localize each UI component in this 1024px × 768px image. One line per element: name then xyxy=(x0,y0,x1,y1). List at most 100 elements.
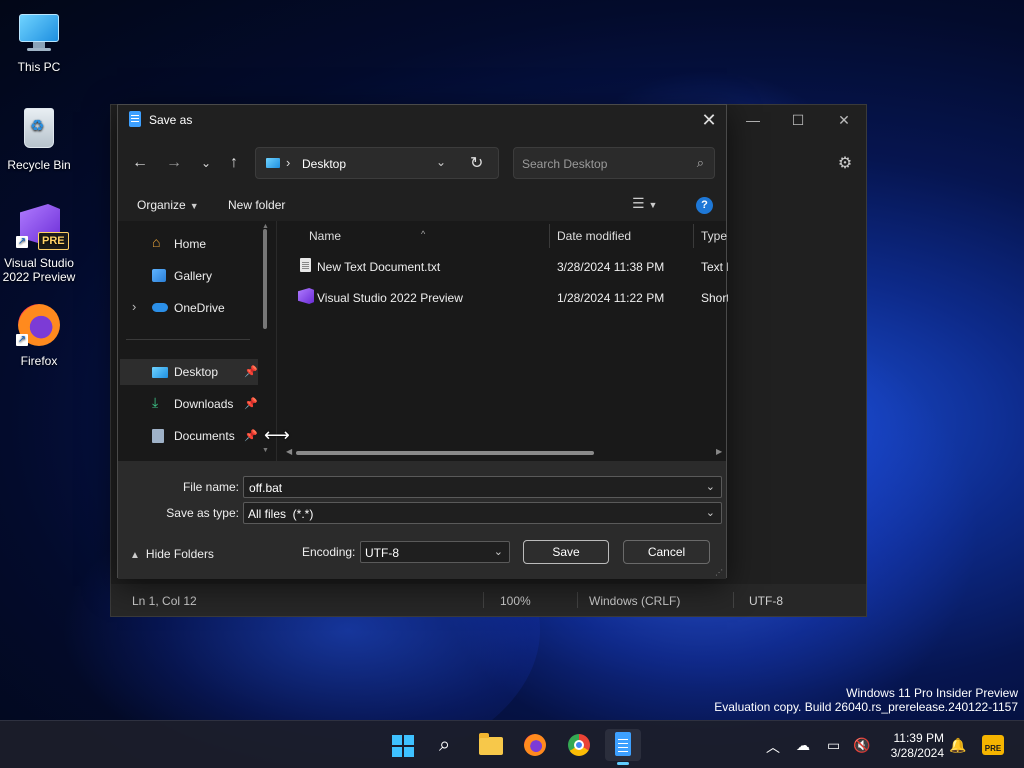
horizontal-scrollbar[interactable]: ◀ ▶ xyxy=(286,447,722,457)
dialog-title-bar[interactable]: Save as ✕ xyxy=(118,105,726,135)
nav-item-label: Documents xyxy=(174,429,235,443)
caret-down-icon: ▼ xyxy=(648,200,658,210)
shortcut-arrow-icon: ↗ xyxy=(16,334,28,346)
chrome-icon xyxy=(568,734,590,756)
documents-icon xyxy=(152,429,164,443)
desktop-icon-recycle-bin[interactable]: ♻ Recycle Bin xyxy=(1,106,77,172)
maximize-button[interactable]: ☐ xyxy=(775,105,821,135)
address-dropdown-icon[interactable]: ⌄ xyxy=(436,155,446,169)
pin-icon[interactable]: 📌 xyxy=(244,397,258,410)
navigation-pane: ⌂ Home Gallery › OneDrive Desktop 📌 ⤓ Do… xyxy=(118,221,276,461)
zoom-level[interactable]: 100% xyxy=(500,594,531,608)
insider-pre-icon[interactable]: PRE xyxy=(982,735,1004,755)
this-pc-icon xyxy=(16,8,62,54)
display-icon[interactable]: ▭ xyxy=(827,737,840,754)
encoding-select[interactable]: UTF-8 ⌄ xyxy=(360,541,510,563)
file-name-combobox[interactable]: ⌄ xyxy=(243,476,722,498)
file-row[interactable]: Visual Studio 2022 Preview 1/28/2024 11:… xyxy=(278,283,728,311)
scroll-left-arrow-icon[interactable]: ◀ xyxy=(286,447,292,456)
search-box[interactable]: ⌕ xyxy=(513,147,715,179)
back-arrow-icon[interactable]: ← xyxy=(128,151,152,175)
file-row[interactable]: New Text Document.txt 3/28/2024 11:38 PM… xyxy=(278,252,728,280)
firefox-icon: ↗ xyxy=(16,302,62,348)
navigation-row: ← → ⌄ ↑ › Desktop ⌄ ↻ ⌕ xyxy=(118,145,726,181)
hide-folders-button[interactable]: ▲ Hide Folders xyxy=(130,547,214,561)
desktop-icon-this-pc[interactable]: This PC xyxy=(1,8,77,74)
scroll-right-arrow-icon[interactable]: ▶ xyxy=(716,447,722,456)
encoding-label: Encoding: xyxy=(302,545,356,559)
close-button[interactable]: ✕ xyxy=(821,105,867,135)
visual-studio-icon xyxy=(298,288,314,304)
minimize-button[interactable]: — xyxy=(730,105,776,135)
nav-scrollbar[interactable] xyxy=(263,229,267,329)
save-as-type-label: Save as type: xyxy=(166,506,239,520)
show-hidden-icons-chevron-icon[interactable]: ︿ xyxy=(766,737,780,757)
breadcrumb-location[interactable]: Desktop xyxy=(302,157,346,171)
taskbar-search-button[interactable]: ⌕ xyxy=(429,729,465,761)
gear-icon[interactable]: ⚙ xyxy=(833,153,857,177)
desktop-icon xyxy=(152,367,168,378)
view-options-button[interactable]: ☰ ▼ xyxy=(632,195,672,217)
address-bar[interactable]: › Desktop ⌄ ↻ xyxy=(255,147,499,179)
desktop-icon-firefox[interactable]: ↗ Firefox xyxy=(1,302,77,368)
search-input[interactable] xyxy=(522,155,682,173)
save-button[interactable]: Save xyxy=(523,540,609,564)
nav-item-desktop[interactable]: Desktop 📌 xyxy=(120,359,258,385)
chevron-down-icon[interactable]: ⌄ xyxy=(706,506,715,519)
notepad-taskbar-button[interactable] xyxy=(605,729,641,765)
chevron-down-icon[interactable]: ⌄ xyxy=(494,545,503,558)
scroll-thumb[interactable] xyxy=(296,451,594,455)
dialog-close-button[interactable]: ✕ xyxy=(692,105,726,135)
file-date: 1/28/2024 11:22 PM xyxy=(557,291,665,305)
visual-studio-icon: PRE ↗ xyxy=(16,204,69,250)
scroll-down-arrow-icon[interactable]: ▼ xyxy=(262,447,269,454)
pin-icon[interactable]: 📌 xyxy=(244,429,258,442)
help-icon[interactable]: ? xyxy=(696,197,713,214)
chevron-down-icon[interactable]: ⌄ xyxy=(706,480,715,493)
recent-locations-chevron-icon[interactable]: ⌄ xyxy=(194,151,218,175)
nav-item-label: Home xyxy=(174,237,207,251)
nav-item-gallery[interactable]: Gallery xyxy=(120,263,258,289)
chrome-button[interactable] xyxy=(561,729,597,761)
column-header-type[interactable]: Type xyxy=(694,221,728,251)
save-as-type-select[interactable]: All files (*.*) ⌄ xyxy=(243,502,722,524)
file-name-label: File name: xyxy=(182,480,239,494)
firefox-button[interactable] xyxy=(517,729,553,761)
up-arrow-icon[interactable]: ↑ xyxy=(222,151,246,175)
chevron-up-icon: ▲ xyxy=(130,550,140,561)
refresh-icon[interactable]: ↻ xyxy=(470,153,483,173)
clock[interactable]: 11:39 PM 3/28/2024 xyxy=(880,731,944,761)
nav-item-home[interactable]: ⌂ Home xyxy=(120,231,258,257)
cursor-position: Ln 1, Col 12 xyxy=(132,594,197,608)
nav-item-downloads[interactable]: ⤓ Downloads 📌 xyxy=(120,391,258,417)
volume-muted-icon[interactable]: 🔇 xyxy=(853,737,870,754)
organize-menu[interactable]: Organize ▼ xyxy=(137,198,199,212)
text-file-icon xyxy=(300,258,311,272)
file-name: Visual Studio 2022 Preview xyxy=(317,291,463,305)
column-header-name[interactable]: ^ Name xyxy=(278,221,548,251)
status-encoding[interactable]: UTF-8 xyxy=(749,594,783,608)
resize-grip-icon[interactable]: ⋰ xyxy=(715,568,723,577)
file-name-input[interactable] xyxy=(249,480,689,495)
taskbar: ⌕ ︿ ☁ ▭ 🔇 11:39 PM 3/28/2024 🔔 PRE xyxy=(0,720,1024,768)
start-button[interactable] xyxy=(384,729,420,761)
pin-icon[interactable]: 📌 xyxy=(244,365,258,378)
recycle-bin-icon: ♻ xyxy=(16,106,62,152)
new-folder-button[interactable]: New folder xyxy=(228,198,285,212)
save-as-dialog[interactable]: Save as ✕ ← → ⌄ ↑ › Desktop ⌄ ↻ ⌕ Organi… xyxy=(117,104,728,579)
line-ending[interactable]: Windows (CRLF) xyxy=(589,594,680,608)
dialog-title: Save as xyxy=(149,113,193,127)
forward-arrow-icon[interactable]: → xyxy=(162,151,186,175)
desktop-icon-label: Recycle Bin xyxy=(7,158,71,172)
nav-item-documents[interactable]: Documents 📌 xyxy=(120,423,258,449)
file-explorer-button[interactable] xyxy=(473,729,509,761)
cancel-button[interactable]: Cancel xyxy=(623,540,710,564)
desktop-icon-visual-studio[interactable]: PRE ↗ Visual Studio 2022 Preview xyxy=(1,204,77,284)
nav-item-label: Desktop xyxy=(174,365,219,379)
nav-item-onedrive[interactable]: › OneDrive xyxy=(120,295,258,321)
caret-down-icon: ▼ xyxy=(189,201,199,211)
expand-chevron-icon[interactable]: › xyxy=(132,299,136,314)
column-header-date[interactable]: Date modified xyxy=(550,221,690,251)
notifications-bell-icon[interactable]: 🔔 xyxy=(949,737,966,754)
network-offline-icon[interactable]: ☁ xyxy=(796,737,810,754)
